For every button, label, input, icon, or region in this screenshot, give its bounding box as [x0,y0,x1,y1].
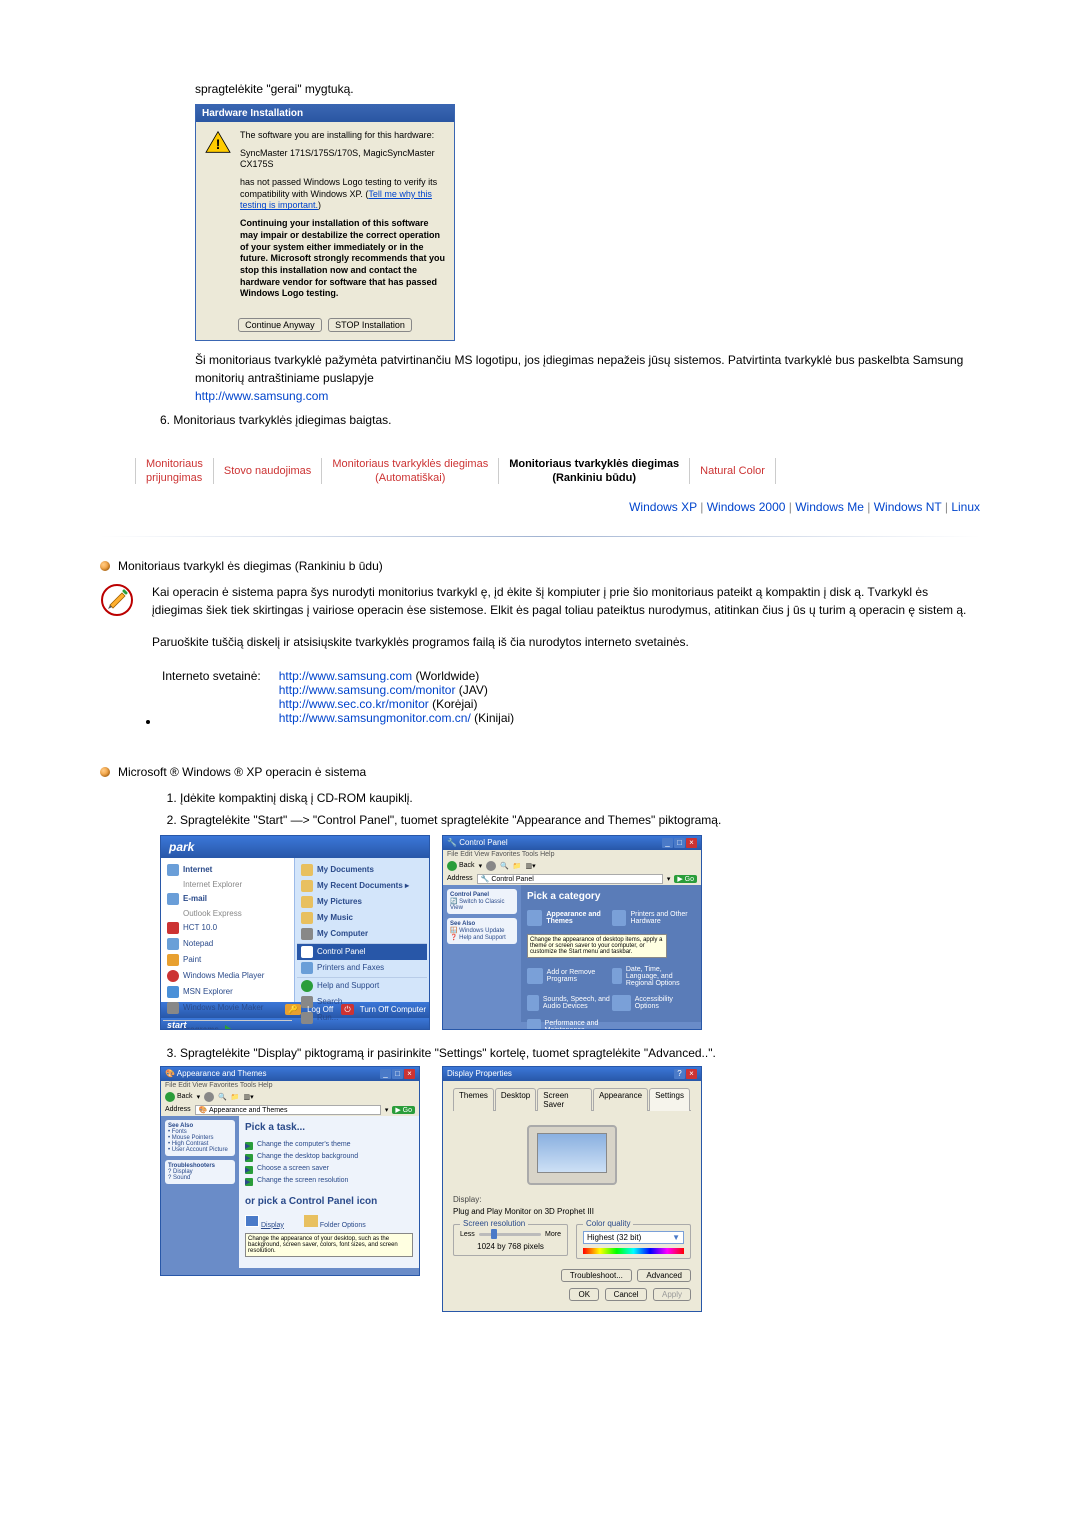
appearance-themes-screenshot: 🎨 Appearance and Themes _□× File Edit Vi… [160,1066,420,1276]
display-label: Display: [453,1195,691,1204]
paragraph: Paruoškite tuščią diskelį ir atsisiųskit… [152,633,980,651]
display-icon[interactable]: Display [245,1215,284,1229]
link-windows-2000[interactable]: Windows 2000 [707,500,786,514]
note-pencil-icon [100,583,134,617]
tooltip: Change the appearance of your desktop, s… [245,1233,413,1257]
continue-anyway-button[interactable]: Continue Anyway [238,318,322,332]
svg-text:!: ! [216,137,221,152]
bullet-icon [100,767,110,777]
tab-monitor-connect[interactable]: Monitoriausprijungimas [136,457,213,486]
tab-stand-usage[interactable]: Stovo naudojimas [214,464,321,478]
stop-installation-button[interactable]: STOP Installation [328,318,412,332]
instruction-text: spragtelėkite "gerai" mygtuką. [195,80,980,98]
hardware-installation-dialog: Hardware Installation ! The software you… [195,104,455,341]
monitor-preview-icon [527,1125,617,1185]
section-heading: Microsoft ® Windows ® XP operacin ė sist… [118,765,366,779]
cancel-button[interactable]: Cancel [605,1288,648,1301]
ok-button[interactable]: OK [569,1288,599,1301]
site-link[interactable]: http://www.samsung.com/monitor [279,683,456,697]
site-link[interactable]: http://www.samsung.com [279,669,412,683]
window-buttons[interactable]: _□× [661,838,697,848]
step-item: Spragtelėkite "Display" piktogramą ir pa… [180,1044,980,1062]
section-tabs: Monitoriausprijungimas Stovo naudojimas … [135,457,980,486]
paragraph: Kai operacin ė sistema papra šys nurodyt… [152,583,980,619]
pick-task-heading: Pick a task... [245,1122,413,1133]
tab-natural-color[interactable]: Natural Color [690,464,775,478]
step-item: Spragtelėkite "Start" —> "Control Panel"… [180,811,980,829]
samsung-link[interactable]: http://www.samsung.com [195,389,328,403]
resolution-slider[interactable]: Less More [460,1231,561,1238]
label: Interneto svetainė: [162,667,277,727]
note-text: Ši monitoriaus tvarkyklė pažymėta patvir… [195,351,980,405]
dialog-title: Hardware Installation [196,105,454,122]
link-windows-nt[interactable]: Windows NT [874,500,942,514]
apply-button[interactable]: Apply [653,1288,691,1301]
tab-driver-manual[interactable]: Monitoriaus tvarkyklės diegimas(Rankiniu… [499,457,689,486]
step-item: Įdėkite kompaktinį diską į CD-ROM kaupik… [180,789,980,807]
pick-icon-heading: or pick a Control Panel icon [245,1196,413,1207]
link-windows-me[interactable]: Windows Me [795,500,864,514]
link-linux[interactable]: Linux [951,500,980,514]
control-panel-item[interactable]: Control Panel [297,944,427,960]
control-panel-screenshot: 🔧 Control Panel _□× File Edit View Favor… [442,835,702,1030]
color-bar [583,1248,684,1254]
back-button[interactable]: Back [447,861,475,871]
menu-bar[interactable]: File Edit View Favorites Tools Help [443,850,701,859]
settings-tab[interactable]: Settings [649,1088,690,1111]
troubleshoot-button[interactable]: Troubleshoot... [561,1269,632,1282]
window-buttons[interactable]: _□× [379,1069,415,1079]
tab-driver-auto[interactable]: Monitoriaus tvarkyklės diegimas(Automati… [322,457,498,486]
site-link[interactable]: http://www.sec.co.kr/monitor [279,697,429,711]
color-quality-combo[interactable]: Highest (32 bit)▼ [583,1231,684,1244]
section-heading: Monitoriaus tvarkykl ės diegimas (Rankin… [118,559,383,573]
start-menu-screenshot: park Internet Internet Explorer E-mail O… [160,835,430,1030]
dialog-text: The software you are installing for this… [240,130,446,306]
menu-bar[interactable]: File Edit View Favorites Tools Help [161,1081,419,1090]
list-item: Interneto svetainė: http://www.samsung.c… [160,665,980,729]
advanced-button[interactable]: Advanced [637,1269,691,1282]
pick-category-heading: Pick a category [527,891,695,902]
warning-icon: ! [204,130,232,154]
bullet-icon [100,561,110,571]
user-name: park [161,836,429,858]
display-value: Plug and Play Monitor on 3D Prophet III [453,1207,691,1216]
divider [100,536,980,537]
step-text: Monitoriaus tvarkyklės įdiegimas baigtas… [173,413,391,427]
link-windows-xp[interactable]: Windows XP [629,500,697,514]
tabs[interactable]: Themes Desktop Screen Saver Appearance S… [453,1087,691,1111]
site-link[interactable]: http://www.samsungmonitor.com.cn/ [279,711,471,725]
display-properties-screenshot: Display Properties ?× Themes Desktop Scr… [442,1066,702,1312]
appearance-themes-category[interactable]: Appearance and Themes [527,910,610,926]
resolution-value: 1024 by 768 pixels [460,1242,561,1251]
os-links: Windows XP | Windows 2000 | Windows Me |… [100,500,980,514]
step-number: 6. [160,413,170,427]
tooltip: Change the appearance of desktop items, … [527,934,667,958]
window-buttons[interactable]: ?× [673,1069,697,1079]
